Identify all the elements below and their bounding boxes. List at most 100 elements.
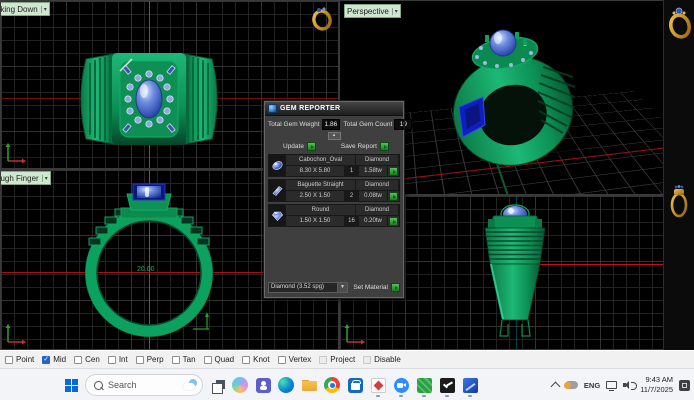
- app-red-icon: [371, 378, 386, 393]
- app-blue-button[interactable]: [461, 373, 479, 397]
- chrome-button[interactable]: [323, 373, 341, 397]
- app-black-button[interactable]: [438, 373, 456, 397]
- store-button[interactable]: [346, 373, 364, 397]
- language-indicator[interactable]: ENG: [584, 381, 600, 390]
- gem-row-select-button[interactable]: [389, 167, 398, 176]
- time: 9:43 AM: [640, 375, 673, 385]
- viewport-title-dropdown[interactable]: Perspective ▾: [344, 4, 401, 18]
- snap-vertex[interactable]: Vertex: [278, 355, 312, 364]
- material-dropdown[interactable]: Diamond (3.52 spg) ▼: [268, 282, 348, 293]
- app-black-icon: [440, 378, 455, 393]
- gem-count: 16: [345, 216, 359, 226]
- dropdown-arrow-icon[interactable]: ▼: [337, 283, 347, 292]
- gem-row-select-button[interactable]: [389, 217, 398, 226]
- checkbox[interactable]: [5, 356, 13, 364]
- gem-row-select-button[interactable]: [389, 192, 398, 201]
- dialog-title: GEM REPORTER: [280, 105, 340, 112]
- snap-disable[interactable]: Disable: [363, 355, 401, 364]
- app-green-button[interactable]: [415, 373, 433, 397]
- tray-expand-icon[interactable]: [550, 382, 560, 392]
- checkbox[interactable]: [108, 356, 116, 364]
- gem-shape: Round: [286, 205, 356, 215]
- gem-totals-row: Total Gem Weight 1.86 Total Gem Count 19: [265, 116, 403, 132]
- windows-taskbar: Search ENG 9:43 AM 11/7/2025: [0, 368, 694, 400]
- viewport-title-dropdown[interactable]: Through Finger ▾: [0, 171, 51, 185]
- checkbox[interactable]: [204, 356, 212, 364]
- app-blue-circle-button[interactable]: [392, 373, 410, 397]
- copilot-button[interactable]: [231, 373, 249, 397]
- gem-material: Diamond: [356, 205, 399, 215]
- total-weight-label: Total Gem Weight: [268, 121, 320, 128]
- edge-button[interactable]: [277, 373, 295, 397]
- snap-knot[interactable]: Knot: [242, 355, 269, 364]
- snap-perp[interactable]: Perp: [136, 355, 164, 364]
- save-report-go-button[interactable]: [380, 142, 389, 151]
- gem-material: Diamond: [356, 180, 399, 190]
- snap-quad[interactable]: Quad: [204, 355, 235, 364]
- checkbox[interactable]: [278, 356, 286, 364]
- material-spg: (3.52 spg): [297, 284, 337, 290]
- gold-ring-profile-thumbnail-icon[interactable]: [667, 184, 691, 220]
- gem-size: 2.50 X 1.50: [286, 191, 345, 201]
- collapse-row: ▴: [265, 132, 403, 139]
- date: 11/7/2025: [640, 385, 673, 395]
- folder-icon: [302, 380, 317, 391]
- edge-icon: [278, 377, 294, 393]
- search-label: Search: [108, 380, 178, 390]
- gem-size: 8.30 X 5.80: [286, 166, 345, 176]
- display-icon[interactable]: [606, 381, 617, 389]
- gem-shape: Baguette Straight: [286, 180, 356, 190]
- gold-ring-thumbnail-icon[interactable]: [667, 4, 693, 40]
- checkbox-checked[interactable]: [42, 356, 50, 364]
- chevron-down-icon: ▾: [42, 175, 48, 182]
- checkbox[interactable]: [319, 356, 327, 364]
- gem-material: Diamond: [356, 155, 399, 165]
- gold-ring-icon[interactable]: [310, 5, 334, 31]
- snap-int[interactable]: Int: [108, 355, 128, 364]
- set-material-go-button[interactable]: [391, 283, 400, 292]
- collapse-handle-icon[interactable]: ▴: [328, 132, 341, 140]
- notifications-icon[interactable]: [679, 380, 690, 391]
- checkbox[interactable]: [136, 356, 144, 364]
- app-blue-circle-icon: [394, 378, 409, 393]
- checkbox[interactable]: [242, 356, 250, 364]
- gem-reporter-dialog: GEM REPORTER Total Gem Weight 1.86 Total…: [264, 101, 404, 298]
- snap-cen[interactable]: Cen: [74, 355, 100, 364]
- baguette-gem-icon: [269, 180, 286, 201]
- start-button[interactable]: [62, 373, 80, 397]
- app-red-button[interactable]: [369, 373, 387, 397]
- cabochon-oval-gem-icon: [269, 155, 286, 176]
- task-view-button[interactable]: [208, 373, 226, 397]
- save-report-button[interactable]: Save Report: [341, 143, 377, 150]
- checkbox[interactable]: [172, 356, 180, 364]
- update-go-button[interactable]: [307, 142, 316, 151]
- set-material-button[interactable]: Set Material: [353, 284, 388, 291]
- dialog-actions-row: Update Save Report: [265, 139, 403, 153]
- snap-tan[interactable]: Tan: [172, 355, 196, 364]
- checkbox[interactable]: [363, 356, 371, 364]
- copilot-icon: [232, 377, 248, 393]
- table-row: Round Diamond 1.50 X 1.50 16 0.20tw: [268, 204, 400, 227]
- ring-top-view: [74, 51, 224, 147]
- total-count-label: Total Gem Count: [344, 121, 393, 128]
- dialog-titlebar[interactable]: GEM REPORTER: [265, 102, 403, 116]
- snap-point[interactable]: Point: [5, 355, 34, 364]
- viewport-title-dropdown[interactable]: Looking Down ▾: [0, 2, 50, 16]
- speaker-icon[interactable]: [623, 380, 634, 390]
- gem-weight: 0.20tw: [359, 216, 388, 226]
- onedrive-icon[interactable]: [565, 381, 578, 389]
- chevron-down-icon: ▾: [392, 8, 398, 15]
- material-name: Diamond: [269, 284, 297, 290]
- axis-gizmo-icon: [344, 323, 366, 345]
- file-explorer-button[interactable]: [300, 373, 318, 397]
- teams-button[interactable]: [254, 373, 272, 397]
- axis-gizmo-icon: [5, 142, 27, 164]
- update-button[interactable]: Update: [283, 143, 304, 150]
- teams-icon: [256, 378, 271, 393]
- snap-mid[interactable]: Mid: [42, 355, 66, 364]
- clock[interactable]: 9:43 AM 11/7/2025: [640, 375, 673, 395]
- gem-weight: 0.08tw: [359, 191, 388, 201]
- search-input[interactable]: Search: [85, 374, 203, 396]
- snap-project[interactable]: Project: [319, 355, 355, 364]
- checkbox[interactable]: [74, 356, 82, 364]
